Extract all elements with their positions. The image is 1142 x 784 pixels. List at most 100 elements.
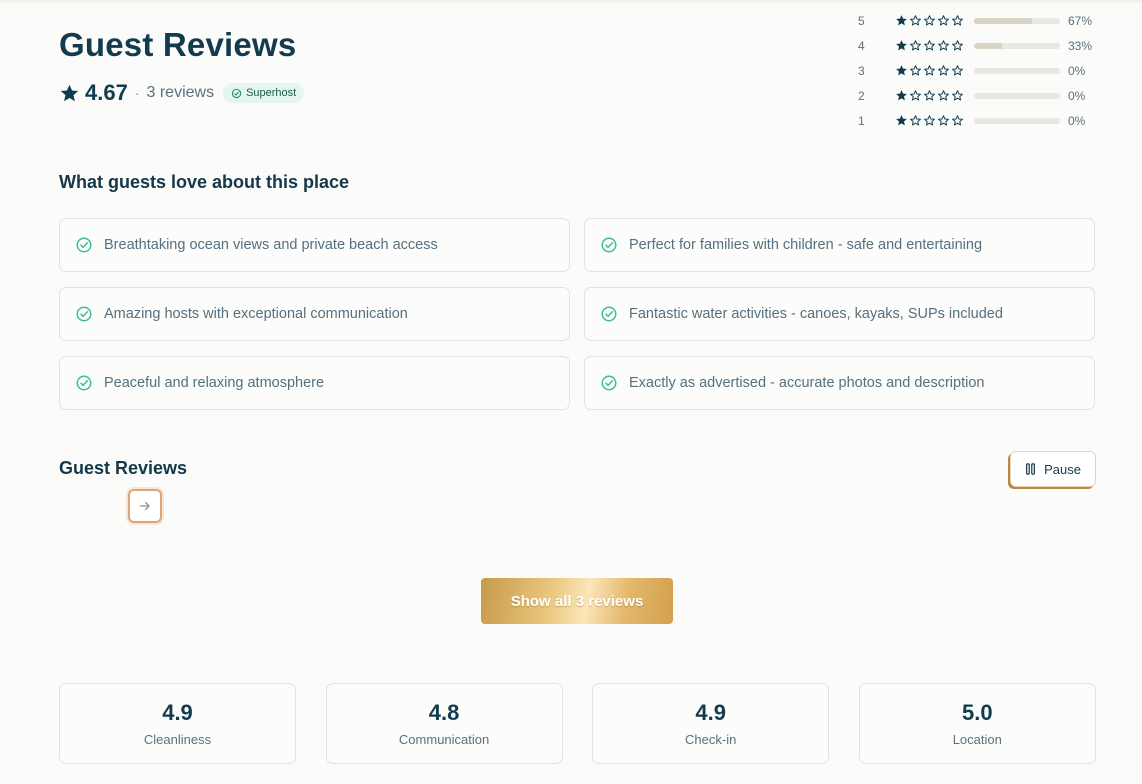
distribution-percent: 0% <box>1068 88 1086 103</box>
check-circle-icon <box>601 237 617 253</box>
love-item: Peaceful and relaxing atmosphere <box>59 356 570 410</box>
love-item-text: Exactly as advertised - accurate photos … <box>629 375 985 391</box>
distribution-percent: 0% <box>1068 113 1086 128</box>
distribution-bar <box>974 42 1060 49</box>
distribution-star-count: 5 <box>858 13 865 28</box>
distribution-row: 1 0% <box>858 108 1098 133</box>
category-score: 5.0 <box>961 700 993 725</box>
next-review-button[interactable] <box>128 489 162 523</box>
star-outline-icon <box>910 40 921 51</box>
star-outline-icon <box>924 115 935 126</box>
distribution-stars <box>895 114 974 127</box>
check-circle-icon <box>601 306 617 322</box>
star-outline-icon <box>938 90 949 101</box>
distribution-star-count: 1 <box>858 113 865 128</box>
pause-icon <box>1026 463 1036 475</box>
distribution-row: 5 67% <box>858 8 1098 33</box>
love-item: Breathtaking ocean views and private bea… <box>59 218 570 272</box>
category-ratings: 4.9 Cleanliness 4.8 Communication 4.9 Check-i… <box>59 683 1096 764</box>
badge-label: Superhost <box>246 87 297 99</box>
distribution-star-count: 2 <box>858 88 865 103</box>
category-label: Cleanliness <box>143 732 212 747</box>
distribution-bar <box>974 92 1060 99</box>
category-label: Communication <box>398 732 490 747</box>
star-outline-icon <box>952 115 963 126</box>
star-filled-icon <box>896 115 907 126</box>
love-item-text: Amazing hosts with exceptional communica… <box>104 306 408 322</box>
distribution-bar-fill <box>974 17 1032 24</box>
star-outline-icon <box>952 40 963 51</box>
rating-summary: 4.67 · 3 reviews Superhost <box>59 80 305 106</box>
distribution-star-count: 3 <box>858 63 865 78</box>
love-list: Breathtaking ocean views and private bea… <box>59 218 1095 410</box>
love-section-title: What guests love about this place <box>59 172 350 192</box>
love-item-text: Perfect for families with children - saf… <box>629 237 983 253</box>
check-circle-icon <box>76 375 92 391</box>
separator-dot: · <box>134 85 140 101</box>
star-outline-icon <box>938 115 949 126</box>
check-circle-icon <box>601 375 617 391</box>
love-item-text: Fantastic water activities - canoes, kay… <box>629 306 1003 322</box>
star-outline-icon <box>924 65 935 76</box>
distribution-row: 2 0% <box>858 83 1098 108</box>
love-item-text: Peaceful and relaxing atmosphere <box>104 375 325 391</box>
distribution-stars <box>895 14 974 27</box>
category-score: 4.9 <box>162 700 193 725</box>
star-outline-icon <box>910 65 921 76</box>
star-outline-icon <box>938 15 949 26</box>
pause-label: Pause <box>1044 461 1081 477</box>
star-filled-icon <box>896 65 907 76</box>
star-outline-icon <box>938 40 949 51</box>
category-card: 4.9 Check-in <box>592 683 830 764</box>
star-icon <box>60 84 79 101</box>
category-card: 4.8 Communication <box>325 683 563 764</box>
check-circle-icon <box>231 88 242 98</box>
star-filled-icon <box>896 15 907 26</box>
distribution-row: 4 33% <box>858 33 1098 58</box>
distribution-row: 3 0% <box>858 58 1098 83</box>
star-outline-icon <box>910 15 921 26</box>
star-outline-icon <box>910 115 921 126</box>
love-item: Exactly as advertised - accurate photos … <box>584 356 1095 410</box>
check-circle-icon <box>76 306 92 322</box>
star-outline-icon <box>938 65 949 76</box>
arrow-right-icon <box>139 501 150 511</box>
check-circle-icon <box>76 237 92 253</box>
distribution-stars <box>895 64 974 77</box>
distribution-percent: 0% <box>1068 63 1086 78</box>
distribution-bar <box>974 67 1060 74</box>
category-score: 4.8 <box>428 700 460 725</box>
pause-button[interactable]: Pause <box>1010 451 1096 487</box>
show-all-reviews-button[interactable]: Show all 3 reviews <box>481 578 673 624</box>
star-outline-icon <box>910 90 921 101</box>
love-item: Fantastic water activities - canoes, kay… <box>584 287 1095 341</box>
star-filled-icon <box>896 90 907 101</box>
category-label: Check-in <box>685 732 737 747</box>
superhost-badge: Superhost <box>223 83 305 103</box>
love-item-text: Breathtaking ocean views and private bea… <box>104 237 438 253</box>
star-outline-icon <box>952 65 963 76</box>
distribution-bar <box>974 17 1060 24</box>
distribution-bar-fill <box>974 42 1003 49</box>
top-divider <box>0 0 1142 3</box>
category-label: Location <box>952 732 1002 747</box>
rating-distribution: 5 67% 4 33% 3 0% 2 0% 1 0% <box>858 8 1098 133</box>
reviews-count: 3 reviews <box>146 84 215 101</box>
star-outline-icon <box>924 40 935 51</box>
overall-rating: 4.67 <box>85 80 128 105</box>
distribution-stars <box>895 89 974 102</box>
carousel-title: Guest Reviews <box>59 458 188 478</box>
category-card: 5.0 Location <box>858 683 1096 764</box>
distribution-star-count: 4 <box>858 38 865 53</box>
love-item: Amazing hosts with exceptional communica… <box>59 287 570 341</box>
category-score: 4.9 <box>695 700 726 725</box>
star-outline-icon <box>952 15 963 26</box>
love-item: Perfect for families with children - saf… <box>584 218 1095 272</box>
distribution-percent: 33% <box>1068 38 1093 53</box>
category-card: 4.9 Cleanliness <box>59 683 296 764</box>
distribution-stars <box>895 39 974 52</box>
star-outline-icon <box>924 90 935 101</box>
page-title: Guest Reviews <box>59 26 297 63</box>
star-outline-icon <box>924 15 935 26</box>
distribution-bar <box>974 117 1060 124</box>
